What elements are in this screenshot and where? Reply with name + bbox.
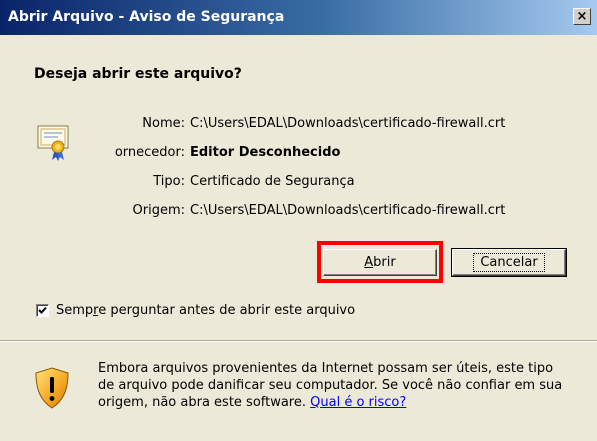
info-row-name: Nome: C:\Users\EDAL\Downloads\certificad…	[0, 116, 597, 134]
close-button[interactable]: ×	[573, 8, 591, 25]
info-value: Editor Desconhecido	[190, 145, 341, 160]
always-ask-checkbox[interactable]	[36, 304, 49, 317]
separator-highlight	[0, 341, 597, 342]
check-icon	[38, 306, 47, 314]
info-value: C:\Users\EDAL\Downloads\certificado-fire…	[190, 116, 506, 131]
info-label: Origem:	[132, 203, 185, 218]
info-label: ornecedor:	[114, 145, 185, 160]
highlight-box	[317, 241, 443, 283]
risk-link[interactable]: Qual é o risco?	[310, 395, 406, 410]
info-label: Tipo:	[153, 174, 185, 189]
info-label: Nome:	[142, 116, 185, 131]
cancel-label: Cancelar	[473, 253, 545, 272]
always-ask-checkbox-row[interactable]: Sempre perguntar antes de abrir este arq…	[36, 303, 355, 318]
warning-line-last: origem, não abra este software. Qual é o…	[98, 395, 407, 410]
warning-line: Embora arquivos provenientes da Internet…	[98, 361, 554, 376]
close-icon: ×	[576, 9, 588, 24]
shield-warning-icon	[35, 367, 69, 409]
info-row-type: Tipo: Certificado de Segurança	[0, 174, 597, 192]
info-value: C:\Users\EDAL\Downloads\certificado-fire…	[190, 203, 506, 218]
info-row-publisher: ornecedor: Editor Desconhecido	[0, 145, 597, 163]
warning-line: de arquivo pode danificar seu computador…	[98, 378, 563, 393]
info-value: Certificado de Segurança	[190, 174, 355, 189]
checkbox-label: Sempre perguntar antes de abrir este arq…	[56, 303, 356, 318]
title-bar: Abrir Arquivo - Aviso de Segurança ×	[0, 0, 597, 35]
window-title: Abrir Arquivo - Aviso de Segurança	[8, 9, 285, 25]
warning-message: Embora arquivos provenientes da Internet…	[98, 360, 597, 411]
dialog-question: Deseja abrir este arquivo?	[34, 66, 242, 82]
cancel-button[interactable]: Cancelar	[451, 248, 567, 277]
info-row-origin: Origem: C:\Users\EDAL\Downloads\certific…	[0, 203, 597, 221]
